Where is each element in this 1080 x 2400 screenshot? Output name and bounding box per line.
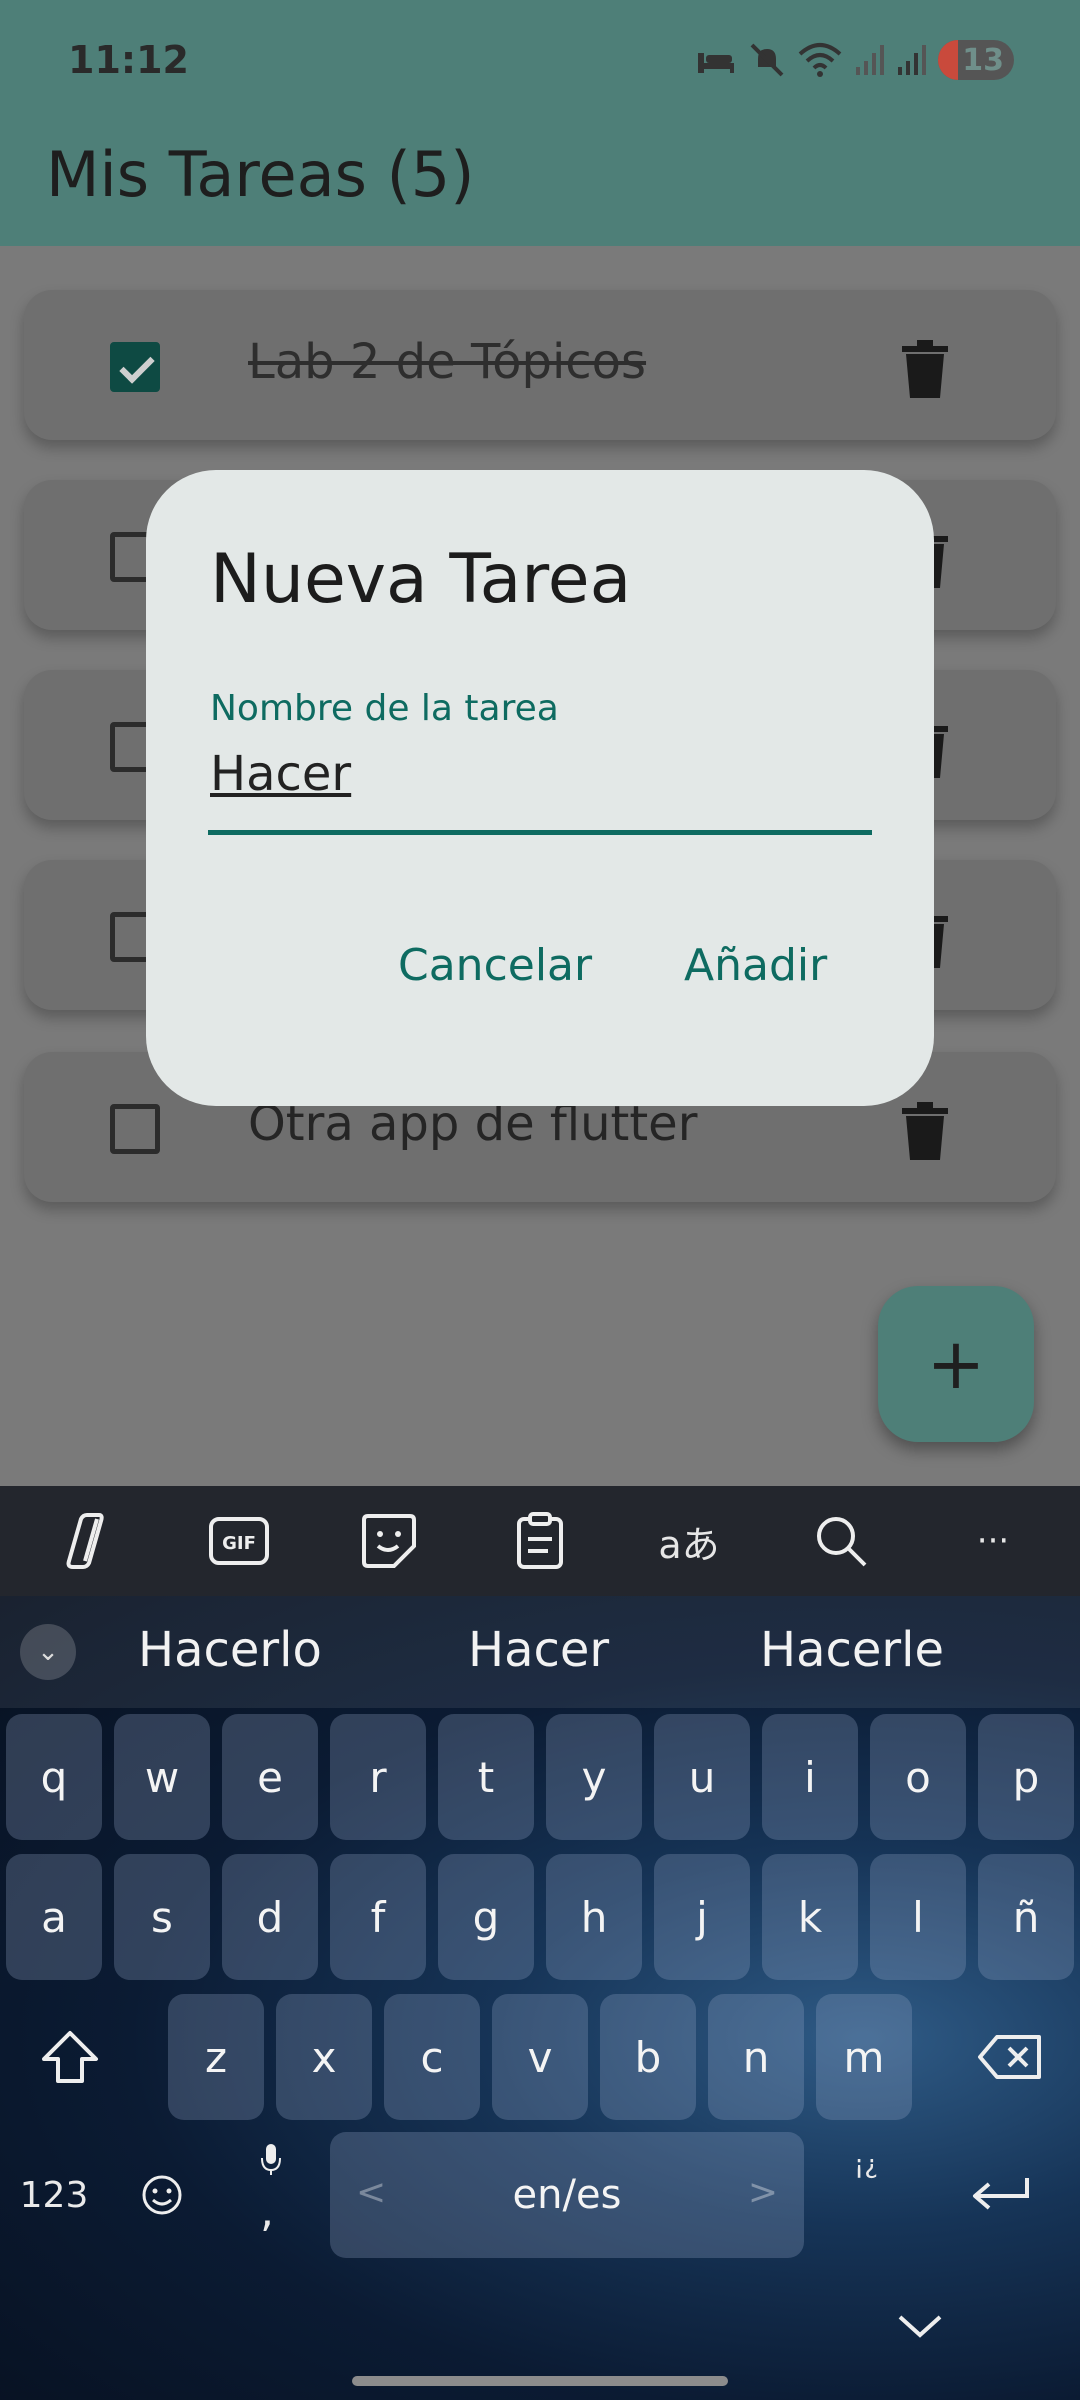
key-y[interactable]: y (546, 1714, 642, 1840)
key-u[interactable]: u (654, 1714, 750, 1840)
key-e[interactable]: e (222, 1714, 318, 1840)
gif-icon[interactable]: GIF (206, 1508, 272, 1574)
numbers-key[interactable]: 123 (4, 2132, 104, 2258)
key-k[interactable]: k (762, 1854, 858, 1980)
comma-key[interactable]: , (220, 2132, 320, 2258)
copilot-icon[interactable] (54, 1508, 120, 1574)
enter-icon[interactable] (950, 2132, 1050, 2258)
task-name-label: Nombre de la tarea (210, 688, 559, 729)
keyboard-toolbar: GIF aあ ··· (0, 1486, 1080, 1596)
key-z[interactable]: z (168, 1994, 264, 2120)
bed-icon (698, 53, 735, 73)
key-o[interactable]: o (870, 1714, 966, 1840)
key-t[interactable]: t (438, 1714, 534, 1840)
key-b[interactable]: b (600, 1994, 696, 2120)
suggestion-2[interactable]: Hacer (468, 1622, 609, 1678)
key-v[interactable]: v (492, 1994, 588, 2120)
keyboard: ⌄ Hacerlo Hacer Hacerle q w e r t y u i … (0, 1596, 1080, 2400)
battery-icon: 13 (938, 40, 1014, 80)
task-label: Lab 2 de Tópicos (248, 334, 647, 390)
add-task-fab[interactable]: + (878, 1286, 1034, 1442)
key-j[interactable]: j (654, 1854, 750, 1980)
more-icon[interactable]: ··· (960, 1508, 1026, 1574)
key-m[interactable]: m (816, 1994, 912, 2120)
key-w[interactable]: w (114, 1714, 210, 1840)
clipboard-icon[interactable] (507, 1508, 573, 1574)
trash-icon[interactable] (900, 340, 950, 400)
microphone-icon (261, 2144, 281, 2175)
punctuation-key[interactable]: ¡¿ (816, 2132, 916, 2258)
key-c[interactable]: c (384, 1994, 480, 2120)
status-bar: 11:12 13 (0, 0, 1080, 120)
search-icon[interactable] (808, 1508, 874, 1574)
hide-keyboard-icon[interactable] (890, 2296, 950, 2356)
comma-label: , (260, 2186, 274, 2237)
punctuation-label: ¡¿ (853, 2150, 879, 2180)
shift-icon[interactable] (20, 1994, 120, 2120)
status-icons: 13 (696, 40, 1014, 80)
add-button[interactable]: Añadir (684, 940, 827, 991)
plus-icon: + (926, 1323, 986, 1405)
cancel-button[interactable]: Cancelar (398, 940, 592, 991)
space-label: en/es (512, 2172, 622, 2218)
key-f[interactable]: f (330, 1854, 426, 1980)
key-h[interactable]: h (546, 1854, 642, 1980)
suggestion-1[interactable]: Hacerlo (138, 1622, 322, 1678)
signal-icon (898, 45, 927, 75)
gif-label: GIF (222, 1533, 256, 1554)
input-underline (208, 830, 872, 835)
key-g[interactable]: g (438, 1854, 534, 1980)
key-l[interactable]: l (870, 1854, 966, 1980)
space-key[interactable]: < en/es > (330, 2132, 804, 2258)
key-d[interactable]: d (222, 1854, 318, 1980)
battery-level: 13 (962, 42, 1004, 78)
task-checkbox[interactable] (110, 342, 160, 392)
key-n[interactable]: n (708, 1994, 804, 2120)
key-q[interactable]: q (6, 1714, 102, 1840)
chevron-right-icon: > (747, 2172, 778, 2213)
suggestion-3[interactable]: Hacerle (760, 1622, 944, 1678)
task-checkbox[interactable] (110, 1104, 160, 1154)
dialog-title: Nueva Tarea (210, 540, 632, 619)
chevron-left-icon: < (356, 2172, 387, 2213)
chevron-down-icon[interactable]: ⌄ (20, 1624, 76, 1680)
page-title: Mis Tareas (5) (46, 138, 475, 211)
key-i[interactable]: i (762, 1714, 858, 1840)
emoji-icon[interactable] (112, 2132, 212, 2258)
key-p[interactable]: p (978, 1714, 1074, 1840)
task-name-input[interactable] (210, 742, 874, 806)
suggestion-bar: ⌄ Hacerlo Hacer Hacerle (0, 1596, 1080, 1708)
task-item[interactable]: Lab 2 de Tópicos (24, 290, 1056, 440)
signal-icon (856, 45, 885, 75)
key-s[interactable]: s (114, 1854, 210, 1980)
translate-icon[interactable]: aあ (656, 1508, 722, 1574)
app-bar: Mis Tareas (5) (0, 120, 1080, 246)
key-r[interactable]: r (330, 1714, 426, 1840)
key-x[interactable]: x (276, 1994, 372, 2120)
new-task-dialog: Nueva Tarea Nombre de la tarea Cancelar … (146, 470, 934, 1106)
key-n-tilde[interactable]: ñ (978, 1854, 1074, 1980)
backspace-icon[interactable] (960, 1994, 1060, 2120)
status-time: 11:12 (68, 38, 189, 82)
home-indicator[interactable] (352, 2376, 728, 2386)
sticker-icon[interactable] (356, 1508, 422, 1574)
key-a[interactable]: a (6, 1854, 102, 1980)
mute-icon (750, 43, 784, 77)
trash-icon[interactable] (900, 1102, 950, 1162)
wifi-icon (798, 43, 842, 77)
